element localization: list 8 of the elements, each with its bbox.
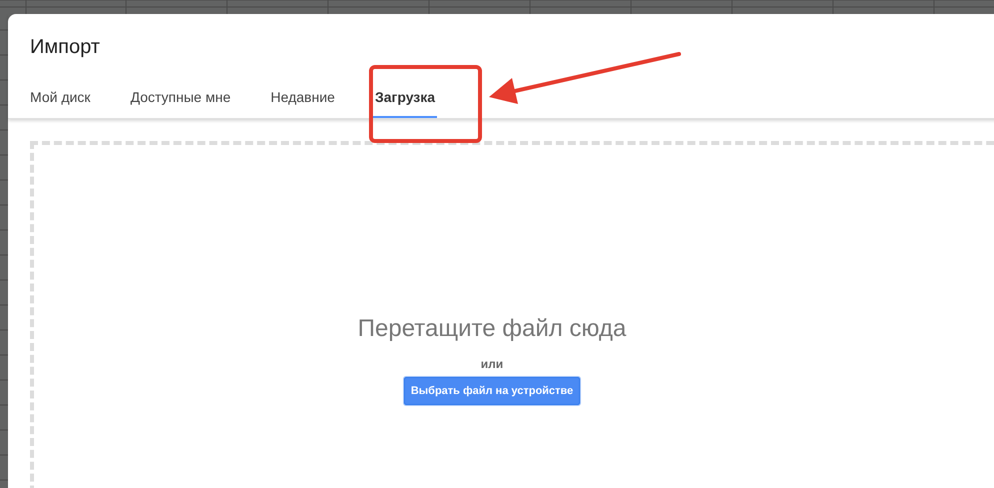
active-tab-underline	[372, 116, 438, 118]
tab[interactable]: Загрузка	[354, 64, 456, 118]
tab[interactable]: Доступные мне	[110, 64, 251, 118]
tab[interactable]: Мой диск	[10, 64, 110, 118]
tab[interactable]: Недавние	[250, 64, 355, 118]
or-label: или	[480, 356, 504, 373]
dialog-title: Импорт	[29, 35, 101, 60]
drop-heading: Перетащите файл сюда	[358, 314, 626, 344]
